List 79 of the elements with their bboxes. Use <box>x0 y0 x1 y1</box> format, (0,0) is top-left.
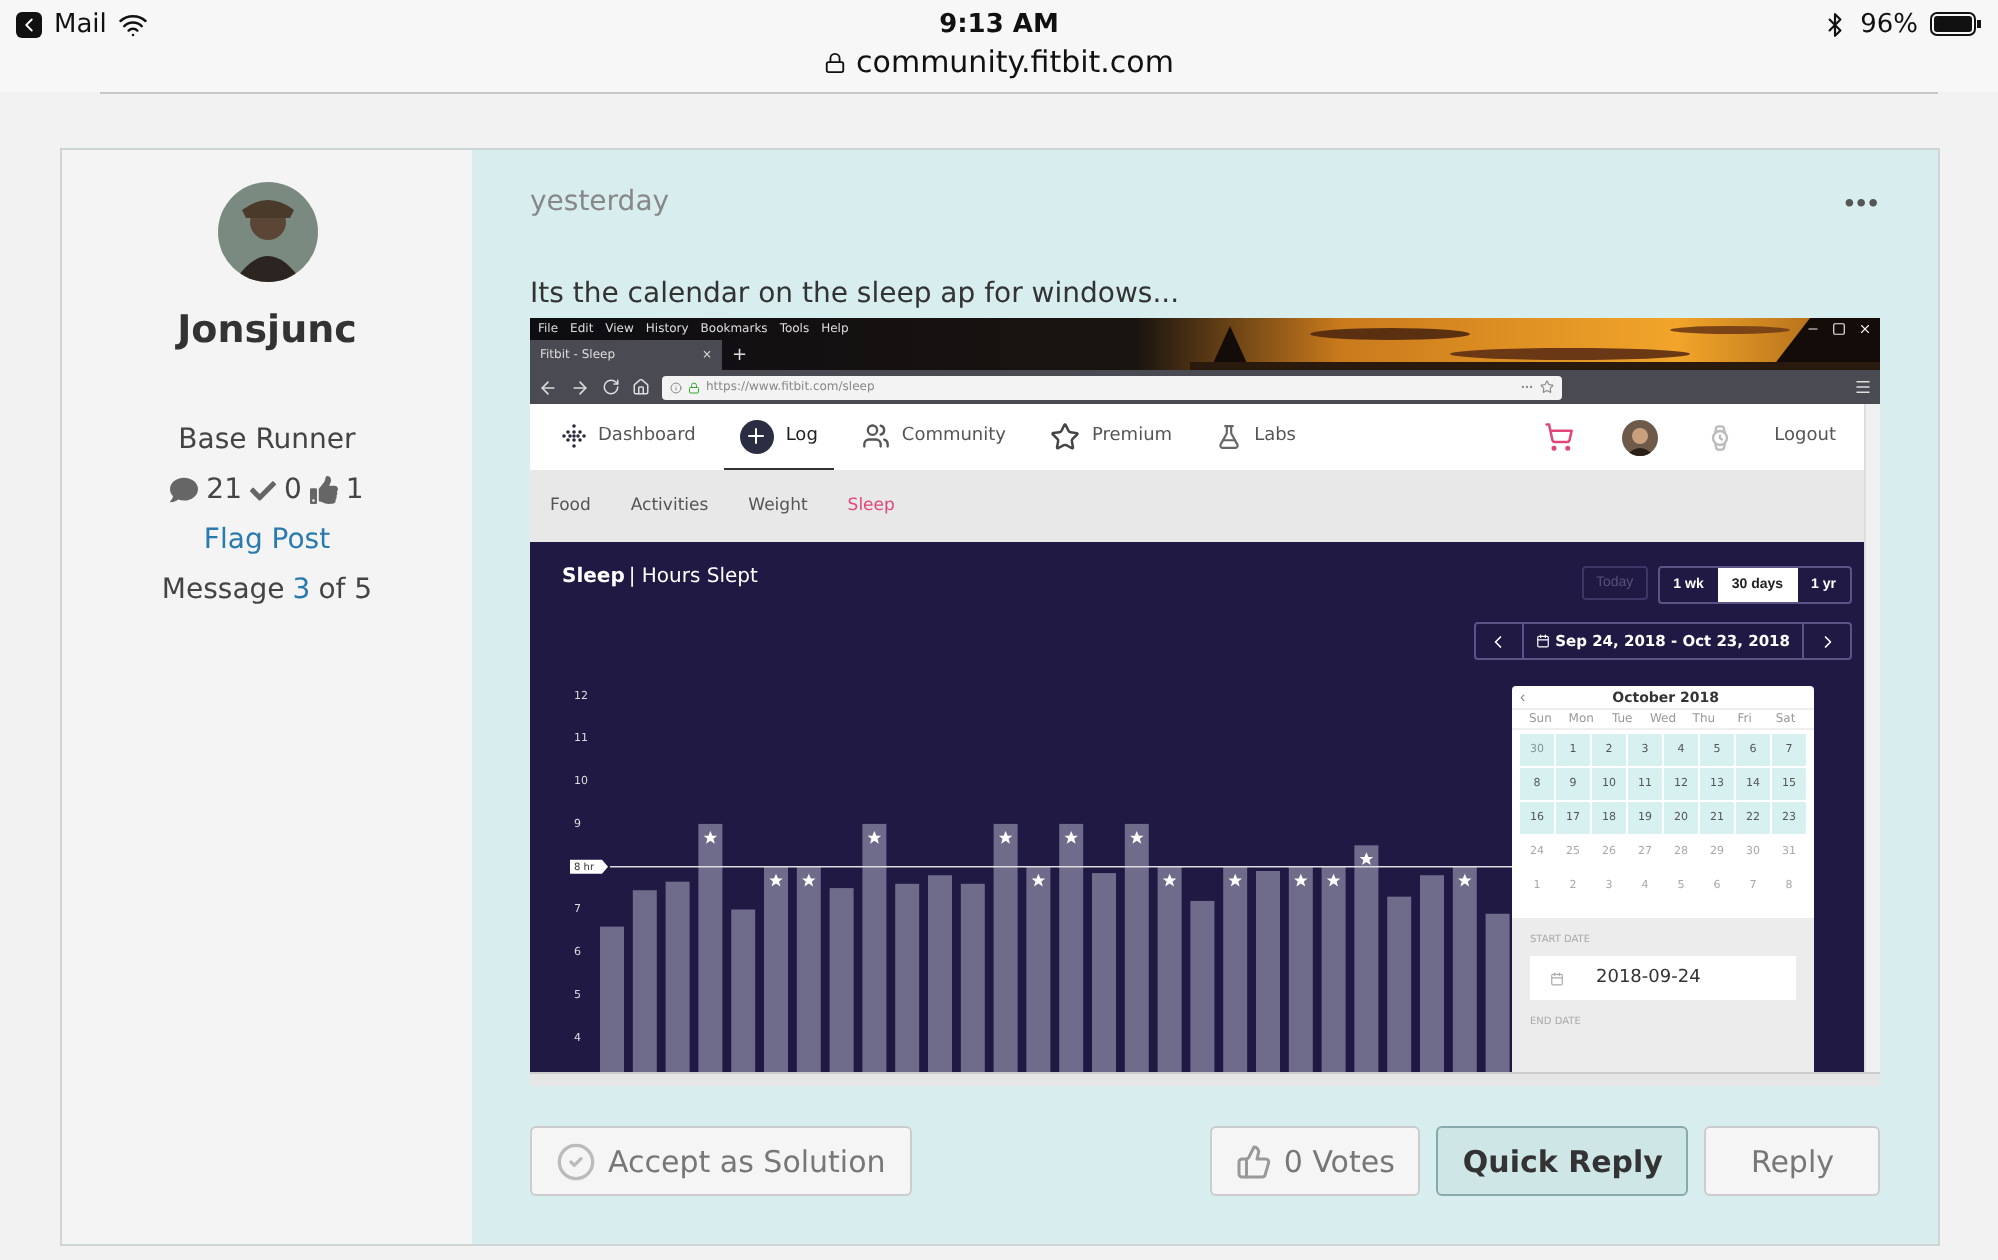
star-icon <box>1130 830 1144 844</box>
address-url[interactable]: community.fitbit.com <box>856 44 1174 80</box>
back-app-label[interactable]: Mail <box>54 9 107 39</box>
nav-tab[interactable]: Labs <box>1200 404 1312 470</box>
star-icon <box>1458 873 1472 887</box>
star-icon <box>1359 852 1374 866</box>
back-icon[interactable] <box>538 377 558 397</box>
more-button[interactable]: ••• <box>1844 186 1880 218</box>
lock-icon <box>688 381 700 393</box>
nav-tab[interactable]: Premium <box>1034 404 1189 470</box>
reply-button[interactable]: Reply <box>1704 1126 1880 1196</box>
subnav-tab[interactable]: Weight <box>748 496 808 516</box>
accept-solution-button[interactable]: Accept as Solution <box>530 1126 912 1196</box>
new-tab-button[interactable]: + <box>722 345 758 365</box>
solution-count: 0 <box>283 474 302 506</box>
flask-icon <box>1216 423 1243 449</box>
nav-tab[interactable]: Community <box>845 404 1022 470</box>
star-icon <box>867 830 882 844</box>
scrollbar[interactable] <box>1864 404 1880 1072</box>
author-rank: Base Runner <box>178 424 356 456</box>
kudos-count: 1 <box>345 474 364 506</box>
star-icon <box>1294 873 1308 887</box>
comment-icon <box>170 476 199 504</box>
more-icon[interactable] <box>1520 380 1534 394</box>
battery-percent: 96% <box>1860 9 1918 39</box>
star-icon <box>802 873 816 887</box>
lock-icon <box>824 51 847 73</box>
battery-icon <box>1929 12 1982 36</box>
plus-icon <box>739 419 774 453</box>
menu-icon[interactable] <box>1854 378 1872 396</box>
vote-button[interactable]: 0 Votes <box>1209 1126 1421 1196</box>
author-name[interactable]: Jonsjunc <box>177 308 357 352</box>
user-avatar[interactable] <box>217 182 317 282</box>
wifi-icon <box>118 9 149 39</box>
thumbs-up-icon <box>1235 1143 1272 1179</box>
star-icon <box>1064 830 1078 844</box>
subnav-tab[interactable]: Food <box>550 496 591 516</box>
star-icon <box>769 873 783 887</box>
dots-icon <box>562 424 586 448</box>
star-icon <box>998 830 1013 844</box>
previous-month-button[interactable]: ‹ <box>1520 688 1526 706</box>
minimize-icon[interactable] <box>1806 322 1820 336</box>
post-count: 21 <box>206 474 242 506</box>
clock: 9:13 AM <box>939 9 1059 39</box>
star-icon <box>1326 873 1341 887</box>
goal-tag <box>570 859 608 874</box>
people-icon <box>861 422 890 450</box>
back-icon[interactable] <box>16 11 42 37</box>
message-number-link[interactable]: 3 <box>292 574 311 606</box>
post-body: Its the calendar on the sleep ap for windows... <box>530 278 1182 310</box>
maximize-icon[interactable] <box>1832 322 1846 336</box>
logout-link[interactable]: Logout <box>1758 404 1852 470</box>
cart-icon[interactable] <box>1544 422 1575 452</box>
reload-icon[interactable] <box>602 378 620 396</box>
star-icon[interactable] <box>1540 380 1554 394</box>
thumbs-up-icon <box>309 476 338 504</box>
forward-icon[interactable] <box>570 377 590 397</box>
close-icon[interactable] <box>1858 322 1872 336</box>
star-icon <box>1162 873 1177 887</box>
home-icon[interactable] <box>632 378 650 396</box>
subnav-tab[interactable]: Activities <box>630 496 709 516</box>
post-time: yesterday <box>530 186 670 218</box>
user-avatar[interactable] <box>1622 419 1659 455</box>
nav-tab[interactable]: Dashboard <box>546 404 712 470</box>
star-icon <box>1031 873 1046 887</box>
star-icon <box>1050 421 1080 451</box>
check-circle-icon <box>556 1141 596 1181</box>
star-icon <box>1228 873 1242 887</box>
calendar-icon <box>1550 971 1564 985</box>
scrollbar[interactable] <box>530 1072 1880 1086</box>
star-icon <box>703 830 718 844</box>
calendar-icon <box>1535 634 1550 648</box>
message-position: Message 3 of 5 <box>161 574 373 606</box>
flag-post-link[interactable]: Flag Post <box>203 524 331 556</box>
chart-title: Sleep | Hours Slept <box>562 566 758 592</box>
quick-reply-button[interactable]: Quick Reply <box>1436 1126 1689 1196</box>
check-icon <box>249 477 276 503</box>
start-date-field[interactable]: 2018-09-24 <box>1530 956 1796 1000</box>
info-icon <box>670 381 682 393</box>
